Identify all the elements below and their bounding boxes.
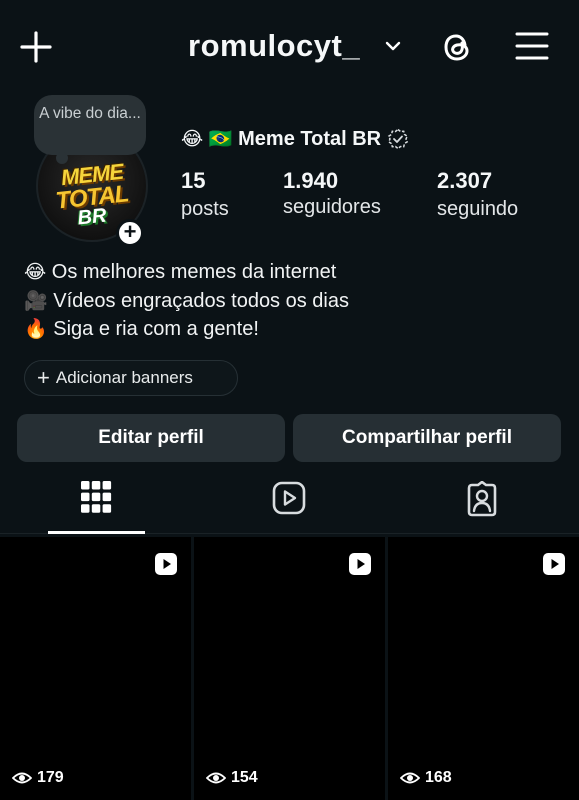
tagged-icon[interactable] [465,481,499,517]
view-count: 168 [400,769,452,787]
profile-name-text: Meme Total BR [238,127,382,150]
active-tab-indicator [48,531,145,534]
view-count-value: 168 [425,769,452,786]
view-count: 154 [206,769,258,787]
reels-icon[interactable] [272,481,306,515]
following-label[interactable]: seguindo [437,198,518,221]
menu-icon[interactable] [514,29,550,63]
bio-emoji: 😂 [24,262,47,283]
eye-icon [12,772,32,784]
note-bubble[interactable]: A vibe do dia... [34,95,146,164]
grid-icon[interactable] [80,479,112,515]
bio-line: 😂 Os melhores memes da internet [24,261,336,284]
grid-post[interactable]: 154 [194,537,385,800]
profile-name-emoji: 😂 🇧🇷 [181,129,233,150]
reel-play-icon [543,553,565,575]
eye-icon [206,772,226,784]
bio-emoji: 🔥 [24,319,48,340]
posts-count[interactable]: 15 [181,168,205,194]
following-count[interactable]: 2.307 [437,168,492,194]
username-title[interactable]: romulocyt_ [188,28,360,64]
edit-profile-button[interactable]: Editar perfil [17,414,285,462]
followers-count[interactable]: 1.940 [283,168,338,194]
add-banners-label: Adicionar banners [55,368,193,387]
bio-line: 🔥 Siga e ria com a gente! [24,317,259,341]
followers-label[interactable]: seguidores [283,196,381,219]
verified-badge-icon [387,128,409,150]
plus-icon: + [37,365,50,390]
add-banners-button[interactable]: + Adicionar banners [24,360,238,396]
view-count: 179 [12,769,64,787]
grid-post[interactable]: 179 [0,537,191,800]
bio-emoji: 🎥 [24,291,48,312]
bio-text: Siga e ria com a gente! [53,318,259,340]
reel-play-icon [155,553,177,575]
bio-text: Vídeos engraçados todos os dias [53,290,349,312]
reel-play-icon [349,553,371,575]
bio-text: Os melhores memes da internet [51,261,337,283]
posts-label[interactable]: posts [181,198,229,221]
plus-icon[interactable] [18,29,54,65]
profile-name: 😂 🇧🇷 Meme Total BR [181,127,409,151]
view-count-value: 179 [37,769,64,786]
chevron-down-icon[interactable] [383,36,403,56]
grid-post[interactable]: 168 [388,537,579,800]
view-count-value: 154 [231,769,258,786]
bio-line: 🎥 Vídeos engraçados todos os dias [24,289,349,313]
add-story-button[interactable]: + [116,219,144,247]
threads-icon[interactable] [438,28,476,66]
share-profile-button[interactable]: Compartilhar perfil [293,414,561,462]
note-text: A vibe do dia... [39,105,141,122]
eye-icon [400,772,420,784]
